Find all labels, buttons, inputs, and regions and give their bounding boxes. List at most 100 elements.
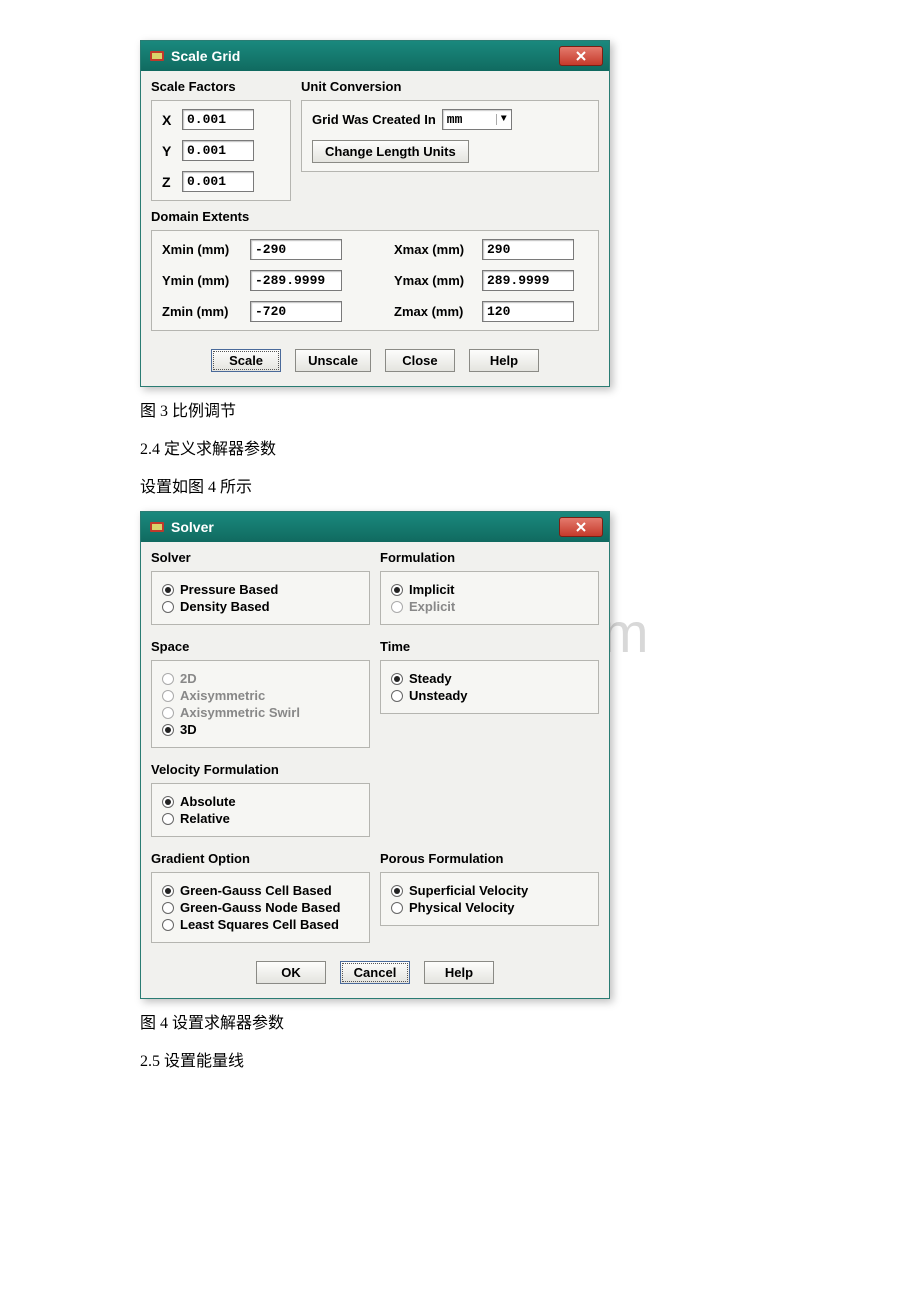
radio-icon — [391, 690, 403, 702]
scale-grid-dialog: Scale Grid Scale Factors X Y — [140, 40, 610, 387]
radio-label: Axisymmetric Swirl — [180, 705, 300, 720]
section-2-5-heading: 2.5 设置能量线 — [140, 1047, 780, 1071]
grid-unit-value: mm — [447, 112, 463, 127]
gradient-group-label: Gradient Option — [151, 851, 370, 866]
xmin-input[interactable] — [250, 239, 342, 260]
ymin-label: Ymin (mm) — [162, 273, 244, 288]
help-button[interactable]: Help — [469, 349, 539, 372]
radio-icon — [162, 724, 174, 736]
radio-implicit[interactable]: Implicit — [391, 582, 588, 597]
radio-icon — [391, 885, 403, 897]
dialog-title: Solver — [171, 519, 214, 535]
help-button[interactable]: Help — [424, 961, 494, 984]
x-label: X — [162, 112, 176, 128]
grid-created-in-label: Grid Was Created In — [312, 112, 436, 127]
radio-icon — [391, 902, 403, 914]
xmax-label: Xmax (mm) — [394, 242, 476, 257]
radio-label: Unsteady — [409, 688, 468, 703]
radio-label: 3D — [180, 722, 197, 737]
chevron-down-icon: ▼ — [496, 114, 507, 125]
velocity-group-label: Velocity Formulation — [151, 762, 370, 777]
section-2-4-desc: 设置如图 4 所示 — [140, 473, 780, 497]
radio-icon — [162, 690, 174, 702]
radio-relative[interactable]: Relative — [162, 811, 359, 826]
app-icon — [149, 519, 165, 535]
time-group-label: Time — [380, 639, 599, 654]
solver-group-label: Solver — [151, 550, 370, 565]
y-label: Y — [162, 143, 176, 159]
xmin-label: Xmin (mm) — [162, 242, 244, 257]
porous-group-label: Porous Formulation — [380, 851, 599, 866]
radio-icon — [162, 584, 174, 596]
radio-label: Pressure Based — [180, 582, 278, 597]
close-window-button[interactable] — [559, 517, 603, 537]
radio-superficial-velocity[interactable]: Superficial Velocity — [391, 883, 588, 898]
domain-extents-label: Domain Extents — [151, 209, 599, 224]
close-button[interactable]: Close — [385, 349, 455, 372]
radio-explicit: Explicit — [391, 599, 588, 614]
ok-button[interactable]: OK — [256, 961, 326, 984]
radio-physical-velocity[interactable]: Physical Velocity — [391, 900, 588, 915]
radio-icon — [162, 919, 174, 931]
radio-gg-node[interactable]: Green-Gauss Node Based — [162, 900, 359, 915]
radio-lsq-cell[interactable]: Least Squares Cell Based — [162, 917, 359, 932]
radio-density-based[interactable]: Density Based — [162, 599, 359, 614]
ymax-label: Ymax (mm) — [394, 273, 476, 288]
scale-x-input[interactable] — [182, 109, 254, 130]
scale-z-input[interactable] — [182, 171, 254, 192]
radio-icon — [162, 813, 174, 825]
radio-label: Relative — [180, 811, 230, 826]
ymin-input[interactable] — [250, 270, 342, 291]
solver-dialog: Solver Solver Pressure Based — [140, 511, 610, 999]
figure-4-caption: 图 4 设置求解器参数 — [140, 1009, 780, 1033]
ymax-input[interactable] — [482, 270, 574, 291]
radio-label: Axisymmetric — [180, 688, 265, 703]
section-2-4-heading: 2.4 定义求解器参数 — [140, 435, 780, 459]
close-window-button[interactable] — [559, 46, 603, 66]
radio-steady[interactable]: Steady — [391, 671, 588, 686]
radio-label: Absolute — [180, 794, 236, 809]
space-group-label: Space — [151, 639, 370, 654]
radio-label: Steady — [409, 671, 452, 686]
unit-conversion-label: Unit Conversion — [301, 79, 599, 94]
radio-3d[interactable]: 3D — [162, 722, 359, 737]
app-icon — [149, 48, 165, 64]
radio-icon — [391, 673, 403, 685]
xmax-input[interactable] — [482, 239, 574, 260]
radio-label: Green-Gauss Node Based — [180, 900, 340, 915]
scale-button[interactable]: Scale — [211, 349, 281, 372]
grid-unit-select[interactable]: mm ▼ — [442, 109, 512, 130]
scale-factors-label: Scale Factors — [151, 79, 291, 94]
radio-icon — [162, 796, 174, 808]
zmin-input[interactable] — [250, 301, 342, 322]
radio-label: Density Based — [180, 599, 270, 614]
radio-label: Physical Velocity — [409, 900, 515, 915]
change-length-units-button[interactable]: Change Length Units — [312, 140, 469, 163]
titlebar: Solver — [141, 512, 609, 542]
radio-icon — [162, 601, 174, 613]
unscale-button[interactable]: Unscale — [295, 349, 371, 372]
radio-icon — [162, 707, 174, 719]
radio-absolute[interactable]: Absolute — [162, 794, 359, 809]
radio-pressure-based[interactable]: Pressure Based — [162, 582, 359, 597]
radio-icon — [162, 885, 174, 897]
formulation-group-label: Formulation — [380, 550, 599, 565]
radio-2d: 2D — [162, 671, 359, 686]
radio-label: Green-Gauss Cell Based — [180, 883, 332, 898]
zmax-input[interactable] — [482, 301, 574, 322]
radio-icon — [162, 673, 174, 685]
radio-axisymmetric: Axisymmetric — [162, 688, 359, 703]
radio-icon — [162, 902, 174, 914]
dialog-title: Scale Grid — [171, 48, 240, 64]
cancel-button[interactable]: Cancel — [340, 961, 410, 984]
zmin-label: Zmin (mm) — [162, 304, 244, 319]
scale-y-input[interactable] — [182, 140, 254, 161]
radio-label: 2D — [180, 671, 197, 686]
radio-icon — [391, 601, 403, 613]
zmax-label: Zmax (mm) — [394, 304, 476, 319]
radio-unsteady[interactable]: Unsteady — [391, 688, 588, 703]
radio-label: Implicit — [409, 582, 455, 597]
radio-gg-cell[interactable]: Green-Gauss Cell Based — [162, 883, 359, 898]
radio-label: Explicit — [409, 599, 455, 614]
radio-label: Superficial Velocity — [409, 883, 528, 898]
